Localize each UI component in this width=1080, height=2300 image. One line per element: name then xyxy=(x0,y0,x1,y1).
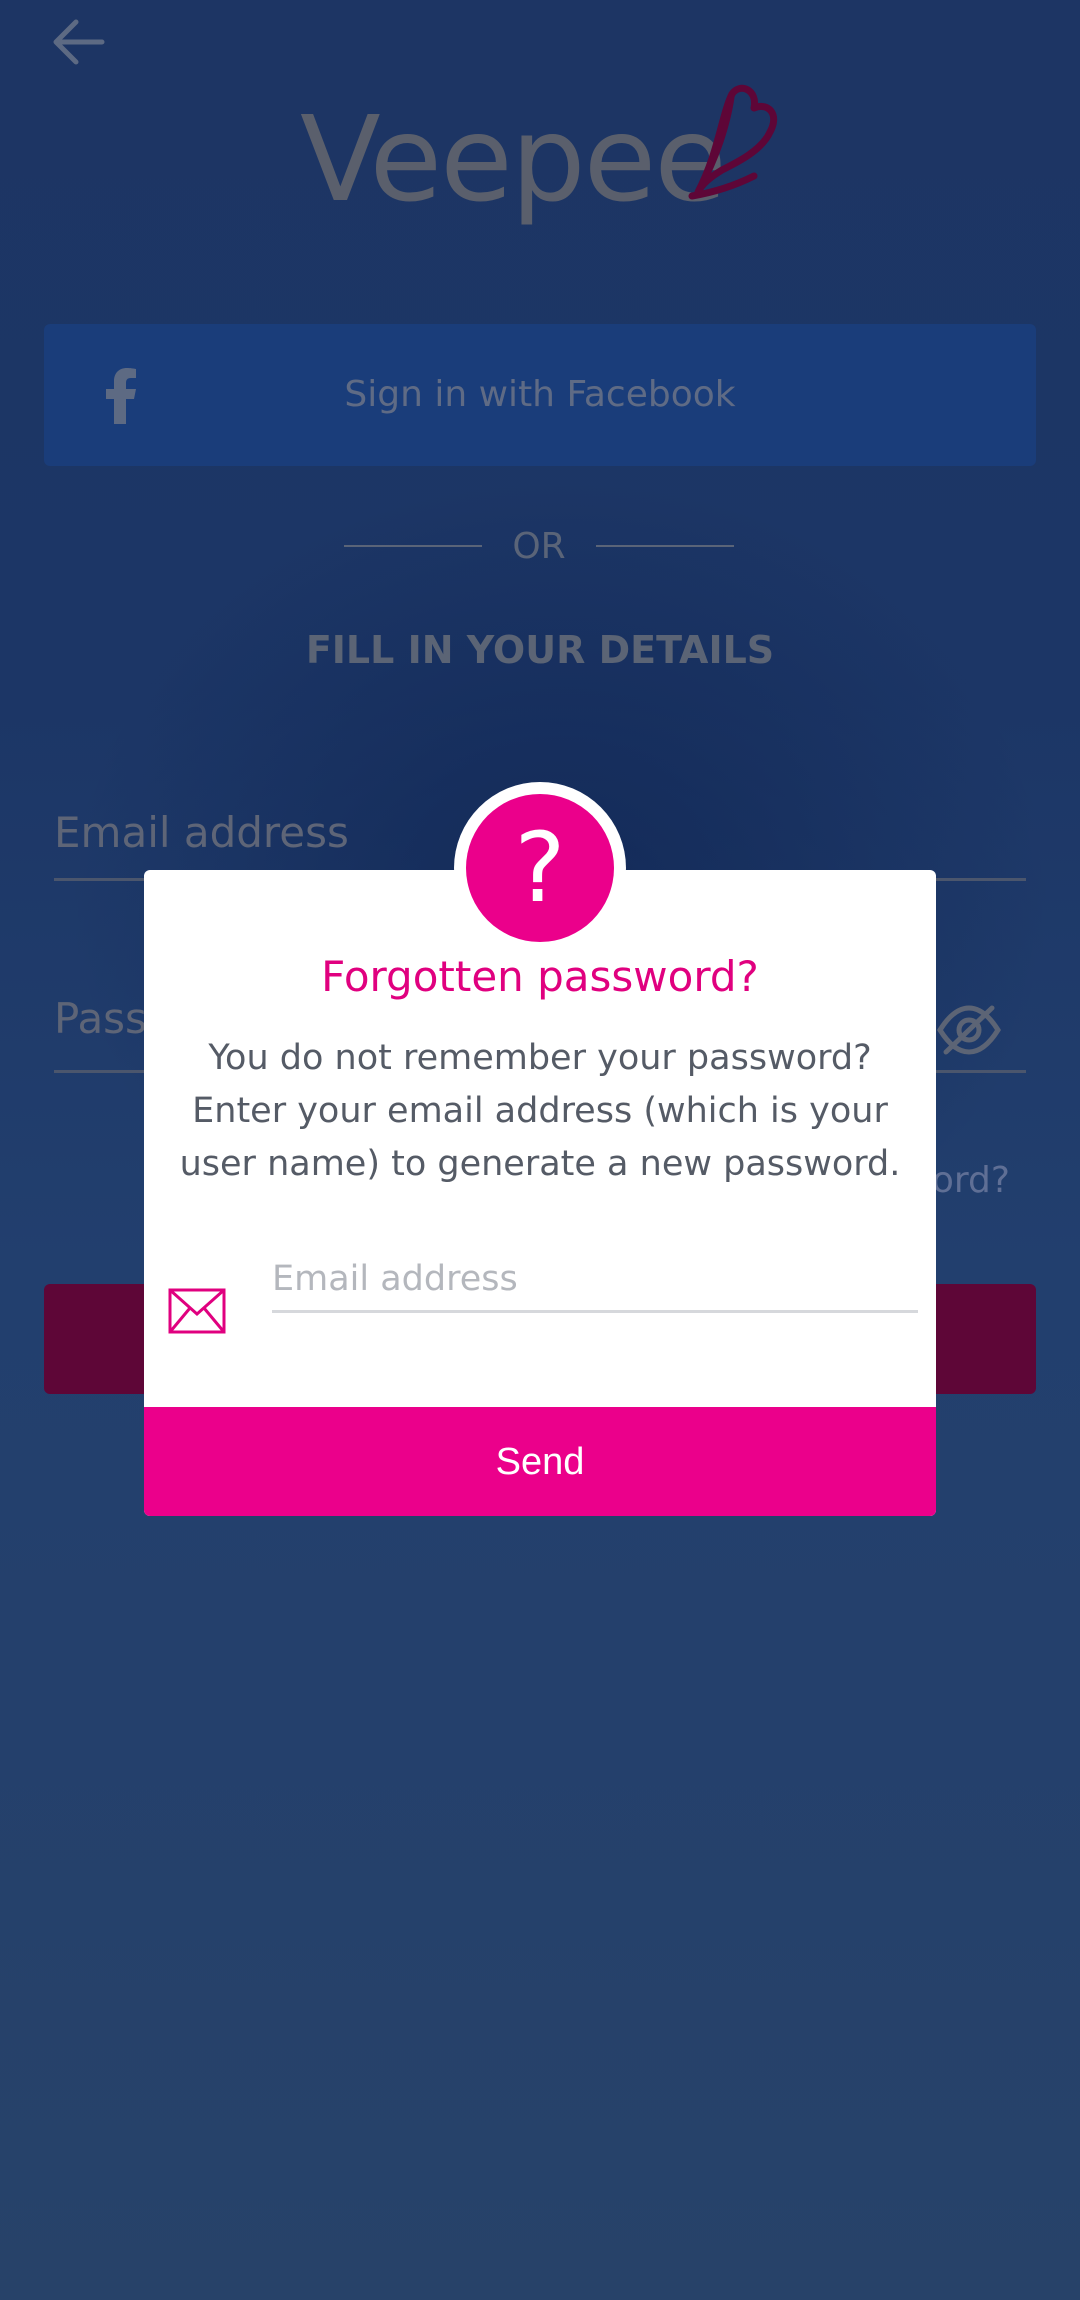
divider-line-right xyxy=(596,545,734,547)
facebook-signin-button[interactable]: Sign in with Facebook xyxy=(44,324,1036,466)
modal-title: Forgotten password? xyxy=(321,952,759,1001)
form-title: FILL IN YOUR DETAILS xyxy=(305,628,775,672)
question-icon: ? xyxy=(466,794,614,942)
facebook-signin-label: Sign in with Facebook xyxy=(344,374,736,415)
logo-text: Veepee xyxy=(300,90,727,228)
envelope-icon xyxy=(168,1288,226,1334)
password-field-label[interactable]: Pass xyxy=(54,994,147,1043)
butterfly-logo-icon xyxy=(688,84,778,200)
email-input[interactable] xyxy=(272,1248,918,1313)
veepee-logo: Veepee xyxy=(300,80,790,240)
eye-off-icon[interactable] xyxy=(936,1002,1002,1058)
email-field-label[interactable]: Email address xyxy=(54,808,349,857)
forgot-password-modal: Forgotten password? You do not remember … xyxy=(144,870,936,1516)
or-divider: OR xyxy=(344,520,734,570)
arrow-left-icon[interactable] xyxy=(52,18,106,66)
send-button[interactable]: Send xyxy=(144,1407,936,1516)
modal-description: You do not remember your password? Enter… xyxy=(179,1038,901,1184)
